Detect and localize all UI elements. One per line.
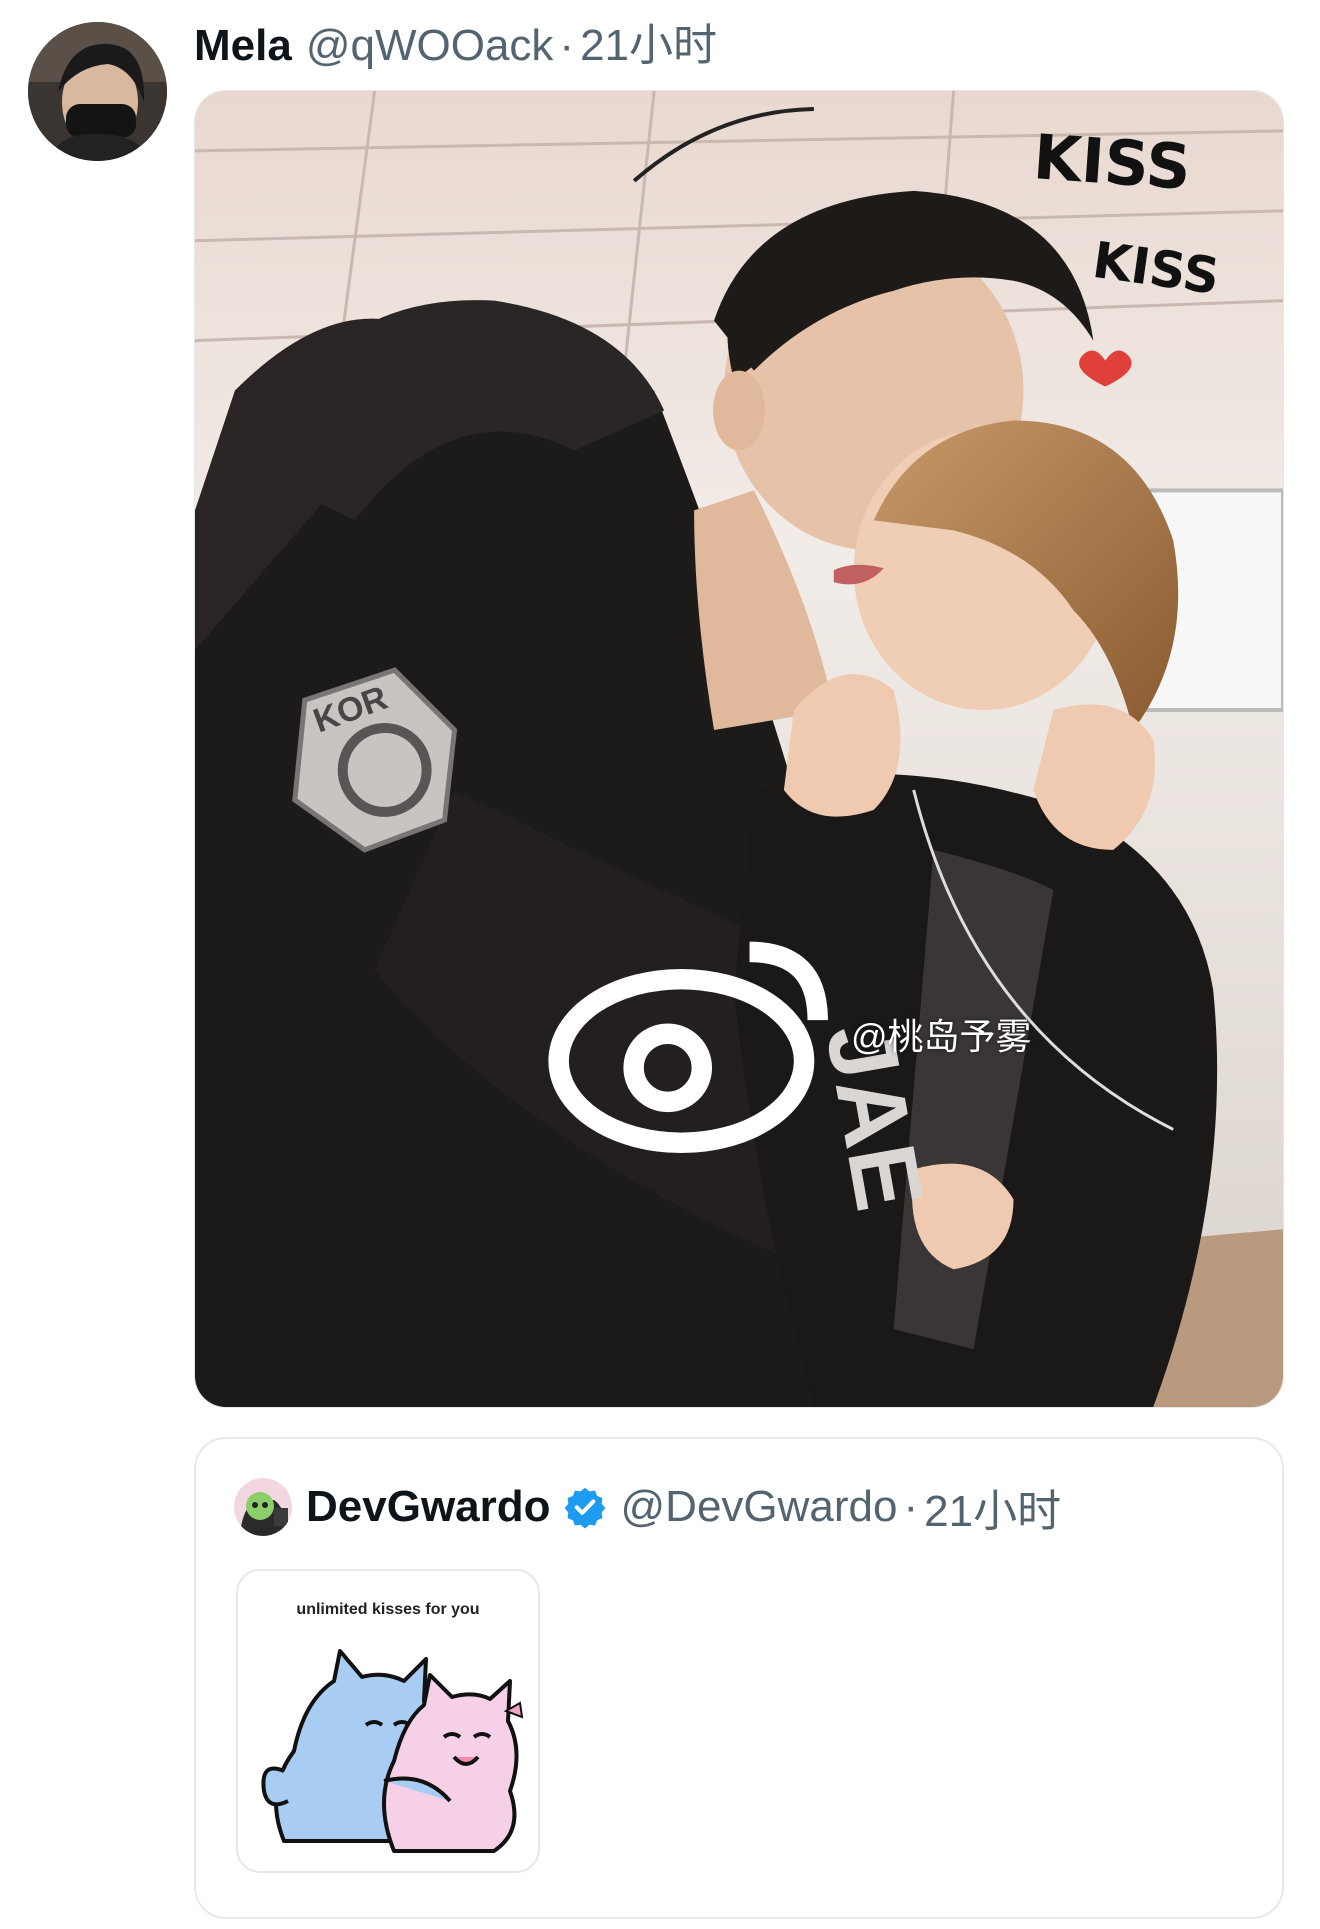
quoted-author-name[interactable]: DevGwardo xyxy=(306,1482,551,1532)
quoted-media-caption: unlimited kisses for you xyxy=(296,1601,480,1618)
tweet-media-image[interactable]: KOR JAE KISS KISS @桃岛予雾 xyxy=(194,90,1284,1408)
tweet-timestamp[interactable]: 21小时 xyxy=(580,16,717,76)
quoted-avatar-icon xyxy=(234,1478,292,1536)
author-avatar[interactable] xyxy=(28,22,167,161)
user-avatar-icon xyxy=(28,22,167,161)
tweet-header: Mela @qWOOack · 21小时 xyxy=(194,16,717,76)
header-separator: · xyxy=(559,21,575,70)
quoted-header-separator: · xyxy=(903,1482,919,1531)
svg-text:KISS: KISS xyxy=(1031,121,1193,204)
cats-hugging-sticker-icon xyxy=(261,1649,524,1853)
quoted-tweet-header: DevGwardo @DevGwardo · 21小时 xyxy=(234,1475,1061,1539)
quoted-tweet-media[interactable]: unlimited kisses for you xyxy=(236,1569,540,1873)
weibo-icon xyxy=(548,941,828,1154)
watermark-text: @桃岛予雾 xyxy=(850,1015,1032,1057)
quoted-tweet-timestamp[interactable]: 21小时 xyxy=(924,1475,1061,1539)
verified-badge-icon xyxy=(564,1487,605,1529)
quoted-tweet[interactable]: DevGwardo @DevGwardo · 21小时 unlimited ki… xyxy=(194,1437,1284,1919)
quoted-author-avatar[interactable] xyxy=(234,1478,292,1536)
author-name[interactable]: Mela xyxy=(194,16,292,76)
comic-illustration-icon: KOR JAE KISS KISS xyxy=(195,91,1283,1407)
media-watermark: @桃岛予雾 xyxy=(545,911,1032,1156)
author-handle[interactable]: @qWOOack xyxy=(306,16,554,76)
quoted-author-handle[interactable]: @DevGwardo xyxy=(621,1482,898,1532)
